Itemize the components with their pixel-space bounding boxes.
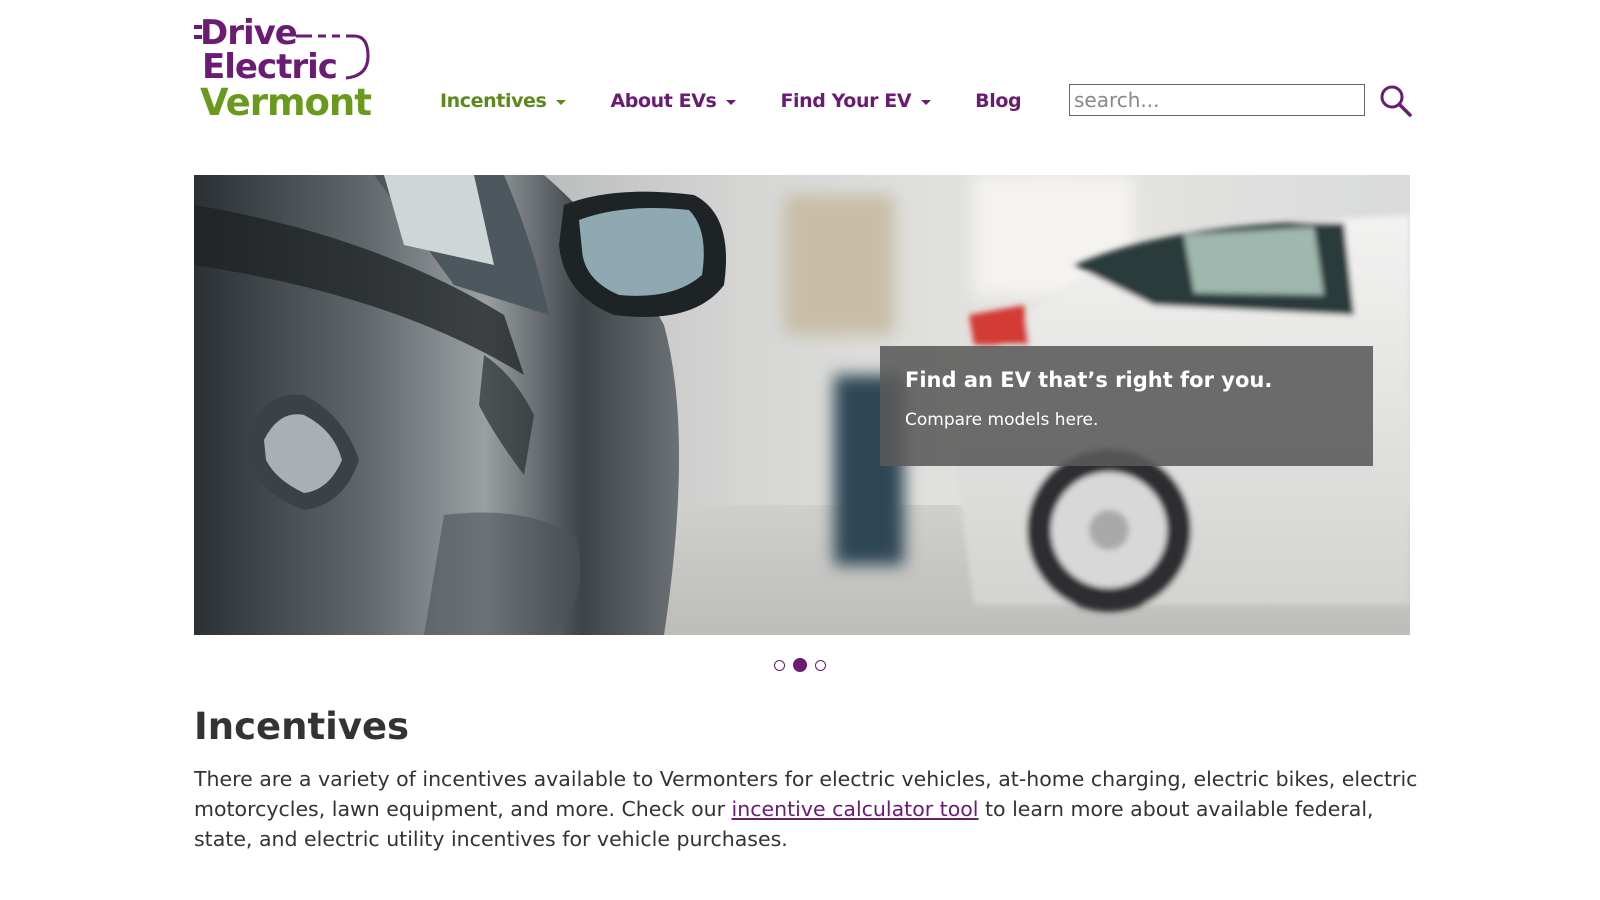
logo-line-electric: Electric [202, 47, 338, 87]
nav-item-label: Incentives [440, 90, 547, 112]
main-nav: Incentives About EVs Find Your EV Blog [440, 86, 1065, 116]
carousel-dot-2[interactable] [793, 658, 807, 672]
logo-line-vermont: Vermont [200, 81, 372, 124]
page: Drive Electric Vermont Incentives About … [0, 0, 1600, 900]
carousel-dot-1[interactable] [774, 659, 785, 671]
carousel-dot-3[interactable] [815, 659, 826, 671]
search-input[interactable] [1069, 84, 1365, 116]
search-button[interactable] [1379, 84, 1413, 118]
caret-down-icon [726, 99, 737, 105]
nav-item-about-evs[interactable]: About EVs [610, 90, 737, 112]
caret-down-icon [556, 99, 567, 105]
caption-text: Compare models here. [905, 410, 1099, 430]
nav-item-label: About EVs [610, 90, 717, 112]
nav-item-blog[interactable]: Blog [975, 90, 1021, 112]
logo-line-drive: Drive [200, 13, 298, 53]
nav-item-incentives[interactable]: Incentives [440, 90, 567, 112]
caption-title: Find an EV that’s right for you. [905, 368, 1273, 392]
hero-carousel[interactable]: Find an EV that’s right for you. Compare… [194, 175, 1410, 635]
incentives-paragraph: There are a variety of incentives availa… [194, 764, 1424, 854]
magnifier-icon [1380, 85, 1412, 117]
nav-item-find-your-ev[interactable]: Find Your EV [780, 90, 932, 112]
site-logo[interactable]: Drive Electric Vermont [194, 14, 374, 122]
incentive-calculator-link[interactable]: incentive calculator tool [732, 797, 979, 821]
carousel-caption[interactable]: Find an EV that’s right for you. Compare… [880, 346, 1373, 466]
incentives-heading: Incentives [194, 705, 410, 748]
nav-item-label: Blog [975, 90, 1022, 112]
nav-item-label: Find Your EV [780, 90, 912, 112]
caret-down-icon [921, 99, 932, 105]
carousel-indicators [774, 658, 834, 672]
